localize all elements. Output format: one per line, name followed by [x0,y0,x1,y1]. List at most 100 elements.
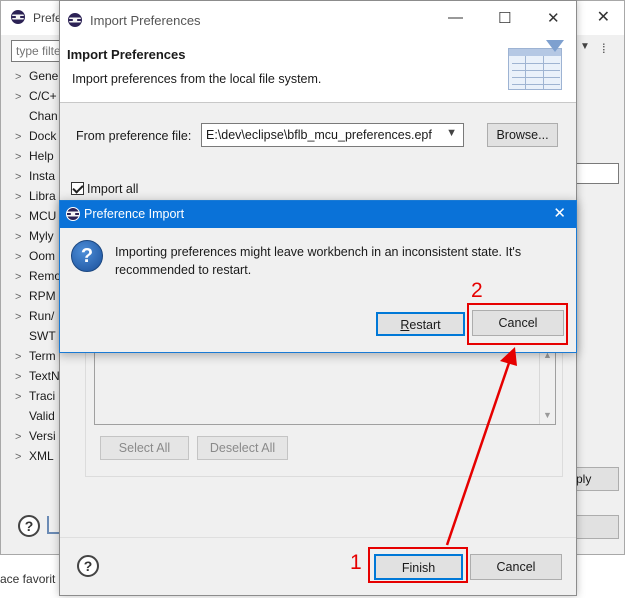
apply-and-close-button[interactable] [576,515,619,539]
tree-item[interactable]: > Remo [15,267,61,287]
chevron-right-icon[interactable]: > [15,268,29,286]
tree-item[interactable]: > Insta [15,167,55,187]
tree-item-label: MCU [29,209,57,223]
tree-item[interactable]: > C/C+ [15,87,57,107]
tree-item[interactable]: > Traci [15,387,55,407]
dialog-titlebar: Preference Import ✕ [60,201,576,228]
tree-item[interactable]: > Gene [15,67,58,87]
step-number-1: 1 [350,551,362,574]
checkmark-icon[interactable] [71,182,84,195]
tree-item[interactable]: > XML [15,447,54,467]
chevron-right-icon[interactable]: > [15,428,29,446]
restart-button[interactable]: Restart [376,312,465,336]
tree-item[interactable]: > RPM [15,287,56,307]
tree-item[interactable]: > MCU [15,207,56,227]
step-number-2: 2 [471,279,483,302]
eclipse-logo-icon [11,10,25,24]
close-icon[interactable]: ✕ [553,204,566,222]
tree-item-label: Dock [29,129,57,143]
chevron-right-icon[interactable]: > [15,288,29,306]
chevron-right-icon[interactable]: > [15,228,29,246]
footer-divider [60,537,576,538]
select-all-button[interactable]: Select All [100,436,189,460]
tree-item[interactable]: > Libra [15,187,56,207]
tree-item-label: Remo [29,269,62,283]
scroll-down-icon[interactable]: ▼ [543,410,552,420]
tree-item-label: Run/ [29,309,55,323]
tree-item[interactable]: > Versi [15,427,56,447]
preference-file-combo[interactable]: E:\dev\eclipse\bflb_mcu_preferences.epf … [201,123,464,147]
chevron-down-icon[interactable]: ▼ [580,41,590,52]
chevron-right-icon[interactable]: > [15,208,29,226]
chevron-right-icon[interactable]: > [15,248,29,266]
apply-button-label: ply [576,472,592,486]
help-icon[interactable]: ? [77,555,99,577]
chevron-right-icon[interactable]: > [15,188,29,206]
tree-item[interactable]: > Help [15,147,54,167]
tree-item[interactable]: > Dock [15,127,56,147]
tree-item-label: Help [29,149,54,163]
import-all-checkbox[interactable]: Import all [71,182,138,196]
view-menu-icon[interactable]: ⁞ [602,41,606,56]
tree-item-label: Term [29,349,56,363]
wizard-header-title: Import Preferences [67,47,186,62]
wizard-header: Import Preferences Import preferences fr… [60,39,576,103]
preferences-window-title: Prefe [33,11,62,25]
tree-item[interactable]: > Oom [15,247,55,267]
wizard-titlebar: Import Preferences — ☐ ✕ [60,1,576,39]
preference-file-path: E:\dev\eclipse\bflb_mcu_preferences.epf [206,128,432,142]
from-file-label: From preference file: [76,129,192,143]
eclipse-logo-icon [68,13,82,27]
chevron-right-icon[interactable]: > [15,88,29,106]
minimize-icon[interactable]: — [448,9,463,26]
chevron-right-icon[interactable]: > [15,148,29,166]
tree-item[interactable]: > Term [15,347,56,367]
tree-item-label: Myly [29,229,54,243]
question-icon: ? [71,240,103,272]
tree-item[interactable]: > TextN [15,367,60,387]
chevron-right-icon[interactable]: > [15,68,29,86]
chevron-right-icon[interactable]: > [15,308,29,326]
tree-item-label: Versi [29,429,56,443]
background-page-text: ace favorit [0,572,56,586]
wizard-header-description: Import preferences from the local file s… [72,72,322,86]
close-icon[interactable]: ✕ [547,9,560,27]
browse-button[interactable]: Browse... [487,123,558,147]
wizard-cancel-button[interactable]: Cancel [470,554,562,580]
dialog-title: Preference Import [84,207,185,221]
tree-item[interactable]: SWT [15,327,56,347]
tree-item[interactable]: > Myly [15,227,54,247]
tree-item-label: Gene [29,69,59,83]
chevron-down-icon[interactable]: ▼ [446,127,457,139]
tree-item-label: Oom [29,249,56,263]
chevron-right-icon[interactable]: > [15,448,29,466]
tree-item[interactable]: > Run/ [15,307,54,327]
tree-item-label: RPM [29,289,56,303]
chevron-right-icon[interactable]: > [15,388,29,406]
tree-item[interactable]: Chan [15,107,58,127]
settings-field[interactable] [576,163,619,184]
apply-button[interactable]: ply [573,467,619,491]
chevron-right-icon[interactable]: > [15,128,29,146]
help-icon[interactable]: ? [18,515,40,537]
tree-item-label: Libra [29,189,56,203]
chevron-right-icon[interactable]: > [15,348,29,366]
dialog-message: Importing preferences might leave workbe… [115,245,522,277]
maximize-icon[interactable]: ☐ [498,9,511,27]
eclipse-logo-icon [66,207,80,221]
tree-item-label: Insta [29,169,56,183]
tree-item[interactable]: Valid [15,407,55,427]
tree-item-label: Traci [29,389,56,403]
deselect-all-button[interactable]: Deselect All [197,436,288,460]
chevron-right-icon[interactable]: > [15,168,29,186]
close-icon[interactable]: ✕ [597,7,610,27]
finish-highlight-box [368,547,468,583]
settings-panel-edge [576,196,620,326]
cancel-highlight-box [467,303,568,345]
tree-item-label: SWT [29,329,56,343]
tree-item-label: XML [29,449,54,463]
tree-item-label: Chan [29,109,58,123]
chevron-right-icon[interactable]: > [15,368,29,386]
wizard-window-title: Import Preferences [90,13,201,28]
tree-item-label: C/C+ [29,89,57,103]
